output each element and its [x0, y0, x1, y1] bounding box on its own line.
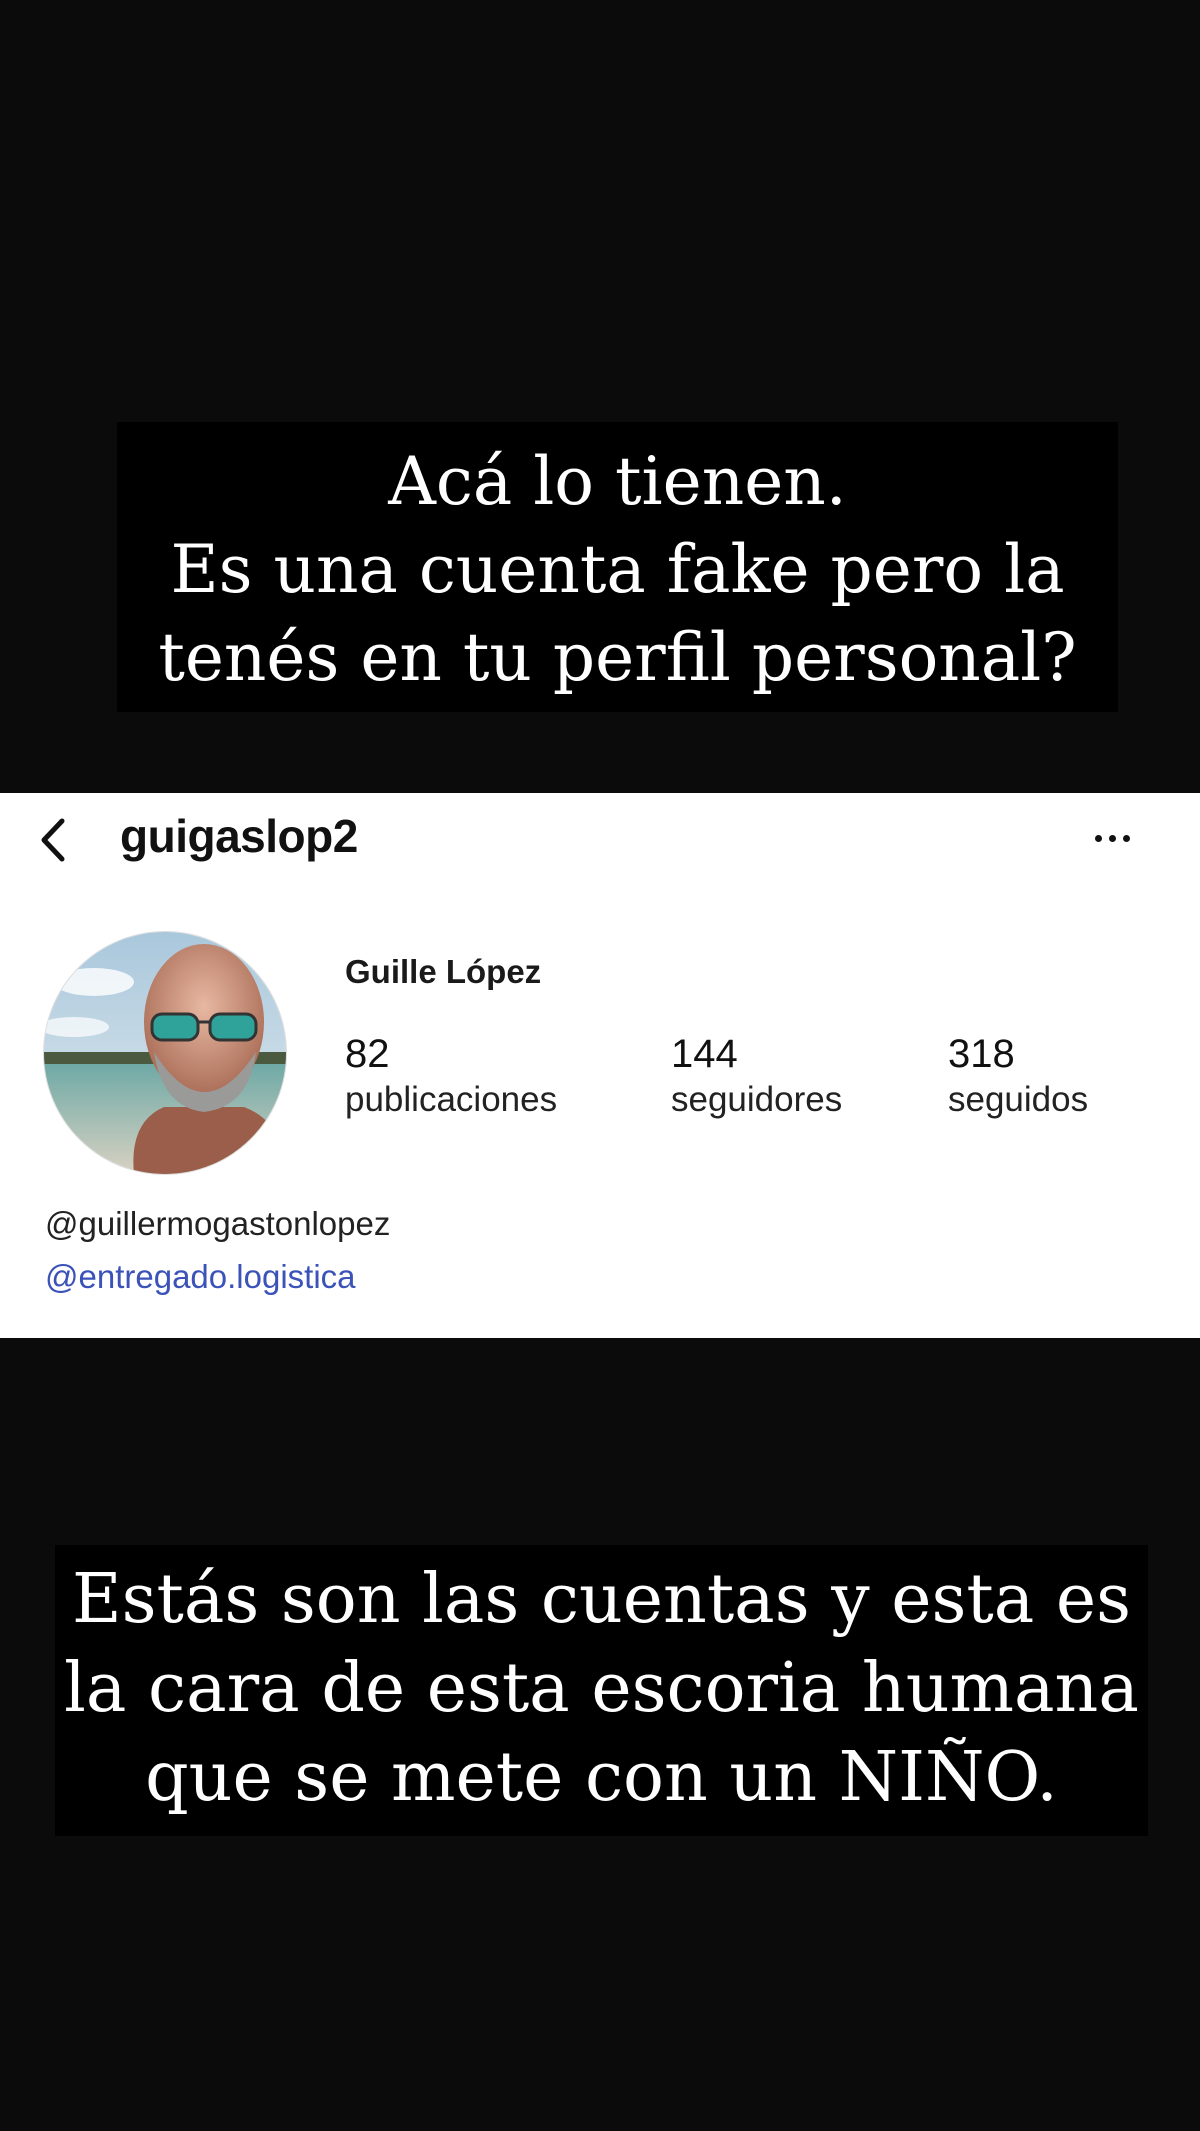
avatar[interactable]: [43, 931, 287, 1175]
posts-count-value: 82: [345, 1032, 390, 1076]
chevron-left-icon: [41, 818, 65, 862]
caption-top-line-1: Acá lo tienen.: [388, 443, 847, 520]
profile-username: guigaslop2: [120, 810, 358, 862]
followers-count[interactable]: 144 seguidores: [671, 1031, 842, 1123]
bio-mention-link[interactable]: @entregado.logistica: [45, 1258, 356, 1296]
following-count-label: seguidos: [948, 1080, 1089, 1119]
following-count[interactable]: 318 seguidos: [948, 1031, 1088, 1123]
caption-bottom-line-1: Estás son las cuentas y esta es: [71, 1560, 1132, 1639]
posts-count-label: publicaciones: [345, 1080, 558, 1119]
caption-bottom: Estás son las cuentas y esta es la cara …: [55, 1545, 1148, 1836]
following-count-value: 318: [948, 1032, 1015, 1076]
back-button[interactable]: [30, 811, 76, 869]
more-horizontal-icon: [1094, 834, 1102, 842]
followers-count-value: 144: [671, 1032, 738, 1076]
caption-top-line-3: tenés en tu perfil personal?: [158, 619, 1077, 696]
caption-top-line-2: Es una cuenta fake pero la: [170, 531, 1065, 608]
caption-bottom-line-3: que se mete con un NIÑO.: [145, 1738, 1058, 1817]
caption-bottom-line-2: la cara de esta escoria humana: [64, 1649, 1139, 1728]
profile-screenshot: guigaslop2 Guille López 82 publicaciones…: [0, 793, 1200, 1338]
posts-count[interactable]: 82 publicaciones: [345, 1031, 557, 1123]
bio-handle: @guillermogastonlopez: [45, 1205, 391, 1242]
more-options-button[interactable]: [1082, 813, 1142, 863]
profile-photo: [44, 932, 286, 1174]
followers-count-label: seguidores: [671, 1080, 843, 1119]
caption-top: Acá lo tienen. Es una cuenta fake pero l…: [117, 422, 1118, 712]
profile-display-name: Guille López: [345, 953, 542, 990]
